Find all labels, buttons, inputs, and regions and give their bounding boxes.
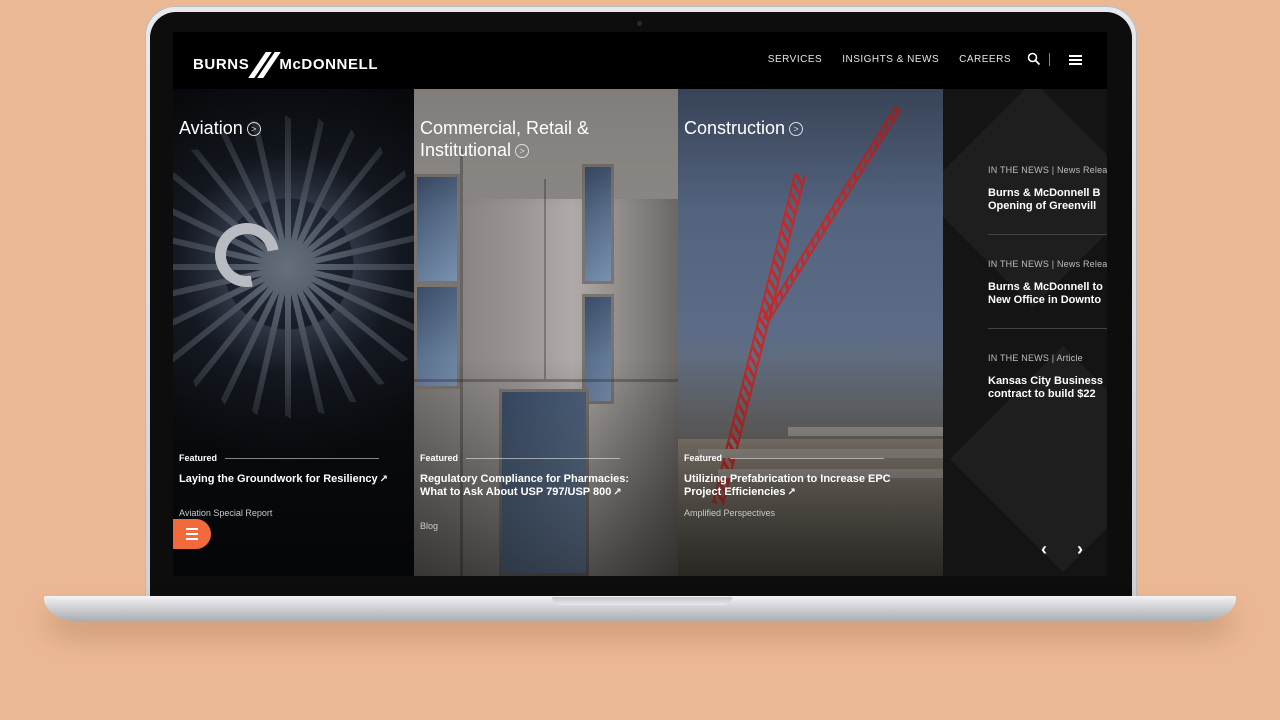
featured-title[interactable]: Laying the Groundwork for Resiliency ↗ (179, 473, 394, 486)
external-link-icon: ↗ (613, 487, 622, 498)
news-meta: IN THE NEWS | Article (988, 353, 1083, 363)
laptop-notch (552, 597, 732, 605)
featured-source: Blog (420, 521, 439, 531)
chevron-left-icon[interactable]: ‹ (1041, 540, 1055, 558)
panel-title-text: Commercial, Retail & Institutional (420, 118, 590, 160)
featured-source: Amplified Perspectives (684, 508, 776, 518)
featured-title-text: Laying the Groundwork for Resiliency (179, 473, 378, 485)
panel-title-text: Aviation (179, 118, 243, 138)
featured-label: Featured (179, 453, 379, 463)
news-meta: IN THE NEWS | News Relea (988, 259, 1107, 269)
featured-source: Aviation Special Report (179, 508, 273, 518)
panel-title-text: Construction (684, 118, 786, 138)
camera (637, 21, 642, 26)
panel-shade (173, 89, 414, 576)
news-divider (988, 234, 1107, 235)
featured-label-text: Featured (179, 453, 218, 463)
featured-label-text: Featured (684, 453, 723, 463)
news-meta: IN THE NEWS | News Relea (988, 165, 1107, 175)
logo-text-left: BURNS (193, 55, 250, 73)
top-navigation: BURNS McDONNELL SERVICES INSIGHTS & NEWS… (173, 32, 1107, 89)
panel-title[interactable]: Construction > (684, 117, 914, 139)
news-title-line: New Office in Downto (988, 294, 1102, 306)
featured-title[interactable]: Utilizing Prefabrication to Increase EPC… (684, 473, 899, 499)
nav-links: SERVICES INSIGHTS & NEWS CAREERS (768, 54, 1011, 65)
industry-panels: Aviation > Featured Laying the Groundwork… (173, 89, 1107, 576)
logo-text-right: McDONNELL (279, 55, 379, 73)
news-title-line: Burns & McDonnell to (988, 281, 1103, 293)
featured-label: Featured (420, 453, 620, 463)
logo-mark-icon (248, 52, 282, 78)
featured-title-text: Regulatory Compliance for Pharmacies: Wh… (420, 473, 630, 498)
news-title-line: Kansas City Business (988, 375, 1103, 387)
screen: BURNS McDONNELL SERVICES INSIGHTS & NEWS… (173, 32, 1107, 576)
news-title-line: Burns & McDonnell B (988, 187, 1101, 199)
nav-link-insights-news[interactable]: INSIGHTS & NEWS (842, 54, 939, 65)
news-divider (988, 328, 1107, 329)
news-title-line: Opening of Greenvill (988, 200, 1097, 212)
arrow-right-circle-icon: > (515, 144, 530, 159)
nav-link-careers[interactable]: CAREERS (959, 54, 1011, 65)
panel-commercial-retail-institutional[interactable]: Commercial, Retail & Institutional > Feat… (414, 89, 678, 576)
panel-aviation[interactable]: Aviation > Featured Laying the Groundwork… (173, 89, 414, 576)
logo[interactable]: BURNS McDONNELL (193, 52, 379, 78)
news-item[interactable]: IN THE NEWS | News Relea Burns & McDonne… (988, 165, 1107, 213)
nav-link-services[interactable]: SERVICES (768, 54, 822, 65)
featured-label: Featured (684, 453, 884, 463)
nav-divider (1049, 53, 1050, 66)
featured-label-text: Featured (420, 453, 459, 463)
menu-icon[interactable] (1069, 55, 1082, 65)
table-of-contents-button[interactable] (173, 519, 211, 549)
panel-shade (414, 89, 678, 576)
news-item[interactable]: IN THE NEWS | News Relea Burns & McDonne… (988, 259, 1107, 307)
external-link-icon: ↗ (379, 474, 389, 485)
panel-shade (678, 89, 943, 576)
news-title-line: contract to build $22 (988, 388, 1096, 400)
chevron-right-icon[interactable]: › (1077, 540, 1091, 558)
arrow-right-circle-icon: > (246, 122, 261, 137)
search-icon[interactable] (1027, 52, 1041, 66)
panel-construction[interactable]: Construction > Featured Utilizing Prefabr… (678, 89, 943, 576)
panel-title[interactable]: Commercial, Retail & Institutional > (420, 117, 650, 161)
panel-news: IN THE NEWS | News Relea Burns & McDonne… (943, 89, 1107, 576)
news-item[interactable]: IN THE NEWS | Article Kansas City Busine… (988, 353, 1107, 401)
external-link-icon: ↗ (787, 487, 796, 498)
featured-title[interactable]: Regulatory Compliance for Pharmacies: Wh… (420, 473, 635, 499)
arrow-right-circle-icon: > (789, 122, 804, 137)
panel-title[interactable]: Aviation > (179, 117, 409, 139)
